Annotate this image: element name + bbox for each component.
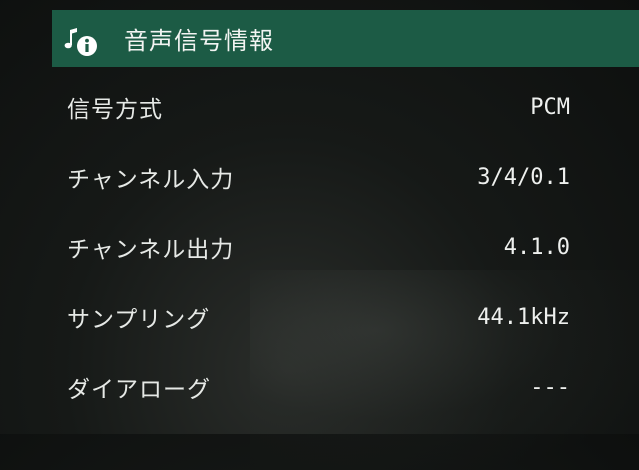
row-label: チャンネル入力: [67, 167, 235, 193]
row-channel-output: チャンネル出力 4.1.0: [52, 212, 639, 282]
row-value: PCM: [530, 94, 570, 120]
row-channel-input: チャンネル入力 3/4/0.1: [52, 142, 639, 212]
row-value: 44.1kHz: [477, 304, 570, 330]
row-label: チャンネル出力: [67, 237, 235, 263]
music-info-icon: [62, 19, 102, 59]
row-label: 信号方式: [67, 97, 163, 123]
row-value: ---: [530, 374, 570, 400]
row-dialogue: ダイアローグ ---: [52, 352, 639, 422]
audio-signal-info-panel: 音声信号情報 信号方式 PCM チャンネル入力 3/4/0.1 チャンネル出力 …: [52, 0, 639, 434]
panel-header: 音声信号情報: [52, 10, 639, 67]
info-list: 信号方式 PCM チャンネル入力 3/4/0.1 チャンネル出力 4.1.0 サ…: [52, 72, 639, 422]
row-sampling: サンプリング 44.1kHz: [52, 282, 639, 352]
row-value: 4.1.0: [503, 234, 570, 260]
row-value: 3/4/0.1: [477, 164, 570, 190]
row-label: サンプリング: [67, 307, 211, 333]
page-title: 音声信号情報: [124, 27, 274, 55]
row-signal-format: 信号方式 PCM: [52, 72, 639, 142]
row-label: ダイアローグ: [67, 377, 211, 403]
